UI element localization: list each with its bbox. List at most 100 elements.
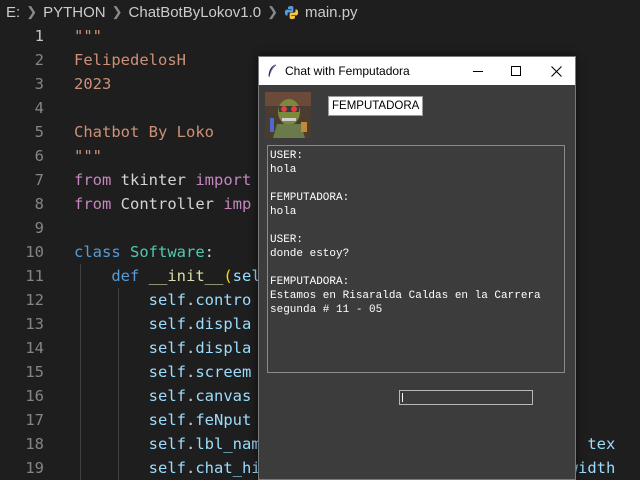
chat-line: FEMPUTADORA: (270, 276, 350, 288)
breadcrumb-drive[interactable]: E: (6, 4, 20, 21)
code-token: sel (232, 267, 261, 285)
chat-line: USER: (270, 150, 304, 162)
maximize-icon (511, 66, 521, 76)
code-token: screem (195, 363, 252, 381)
chat-line: hola (270, 206, 297, 218)
line-number: 6 (34, 147, 44, 165)
code-token: Controller (111, 195, 224, 213)
window-title: Chat with Femputadora (285, 64, 410, 78)
code-token: self (148, 315, 186, 333)
code-token: self (148, 339, 186, 357)
code-text: self.displa (74, 312, 252, 336)
chat-line: FEMPUTADORA: (270, 192, 350, 204)
femputadora-name-label: FEMPUTADORA (328, 96, 424, 116)
chevron-right-icon: ❯ (26, 4, 38, 19)
code-token: 2023 (74, 75, 112, 93)
code-token: self (148, 363, 186, 381)
code-token: self (148, 459, 186, 477)
code-text: self.contro (74, 288, 252, 312)
chat-line (270, 261, 562, 275)
code-text: self.screem (74, 360, 252, 384)
minimize-icon (473, 71, 483, 72)
code-token: class (74, 243, 121, 261)
chat-line: segunda # 11 - 05 (270, 304, 383, 316)
code-text: FelipedelosH (74, 48, 186, 72)
line-number: 5 (34, 123, 44, 141)
code-token: contro (195, 291, 252, 309)
code-token: Chatbot By Loko (74, 123, 214, 141)
code-token: imp (223, 195, 252, 213)
code-text: from Controller imp (74, 192, 251, 216)
code-token: self (148, 435, 186, 453)
code-text: Chatbot By Loko (74, 120, 214, 144)
code-token: feNput (195, 411, 252, 429)
line-number: 13 (25, 315, 44, 333)
line-number: 16 (25, 387, 44, 405)
breadcrumb-file[interactable]: main.py (305, 4, 358, 21)
breadcrumb-folder-python[interactable]: PYTHON (43, 4, 106, 21)
code-token: displa (195, 315, 252, 333)
line-number: 14 (25, 339, 44, 357)
line-number: 9 (34, 219, 44, 237)
chat-line: USER: (270, 234, 304, 246)
chevron-right-icon: ❯ (267, 4, 279, 19)
code-token: """ (74, 147, 102, 165)
code-token: self (148, 291, 186, 309)
femputadora-avatar (265, 92, 311, 138)
code-token: . (185, 459, 196, 477)
code-token: self (148, 411, 186, 429)
close-button[interactable] (537, 57, 575, 85)
code-token: tex (587, 435, 616, 453)
window-titlebar[interactable]: Chat with Femputadora (259, 57, 575, 85)
code-token: FelipedelosH (74, 51, 186, 69)
line-number: 3 (34, 75, 44, 93)
code-token: def (111, 267, 140, 285)
code-token: __init__ (148, 267, 224, 285)
code-text: """ (74, 24, 102, 48)
line-number: 17 (25, 411, 44, 429)
code-token: . (185, 387, 196, 405)
code-text: from tkinter import (74, 168, 251, 192)
chat-line (270, 177, 562, 191)
message-input[interactable] (399, 390, 533, 405)
text-cursor (402, 393, 403, 402)
chat-line (270, 219, 562, 233)
code-text: class Software: (74, 240, 214, 264)
code-token: . (185, 315, 196, 333)
code-text: """ (74, 144, 102, 168)
chat-history-area[interactable]: USER: hola FEMPUTADORA: hola USER: donde esto… (267, 145, 565, 373)
breadcrumb-folder-chatbot[interactable]: ChatBotByLokov1.0 (129, 4, 262, 21)
code-token: import (195, 171, 252, 189)
line-number: 8 (34, 195, 44, 213)
chat-window: Chat with Femputadora FEMPUTADORA USER: h… (258, 56, 576, 480)
line-number: 1 (34, 27, 44, 45)
minimize-button[interactable] (459, 57, 497, 85)
line-number: 10 (25, 243, 44, 261)
line-number: 19 (25, 459, 44, 477)
chat-line: hola (270, 164, 297, 176)
maximize-button[interactable] (497, 57, 535, 85)
code-token: . (185, 363, 196, 381)
code-token: : (204, 243, 215, 261)
code-text: 2023 (74, 72, 111, 96)
robot-avatar-icon (265, 92, 311, 138)
code-token: canvas (195, 387, 252, 405)
line-number: 7 (34, 171, 44, 189)
code-line[interactable]: 1 """ (0, 24, 640, 48)
line-number: 18 (25, 435, 44, 453)
breadcrumb: E: ❯ PYTHON ❯ ChatBotByLokov1.0 ❯ main.p… (0, 0, 640, 24)
line-number: 11 (25, 267, 44, 285)
code-token: displa (195, 339, 252, 357)
chat-line: Estamos en Risaralda Caldas en la Carrer… (270, 290, 541, 302)
line-number: 2 (34, 51, 44, 69)
